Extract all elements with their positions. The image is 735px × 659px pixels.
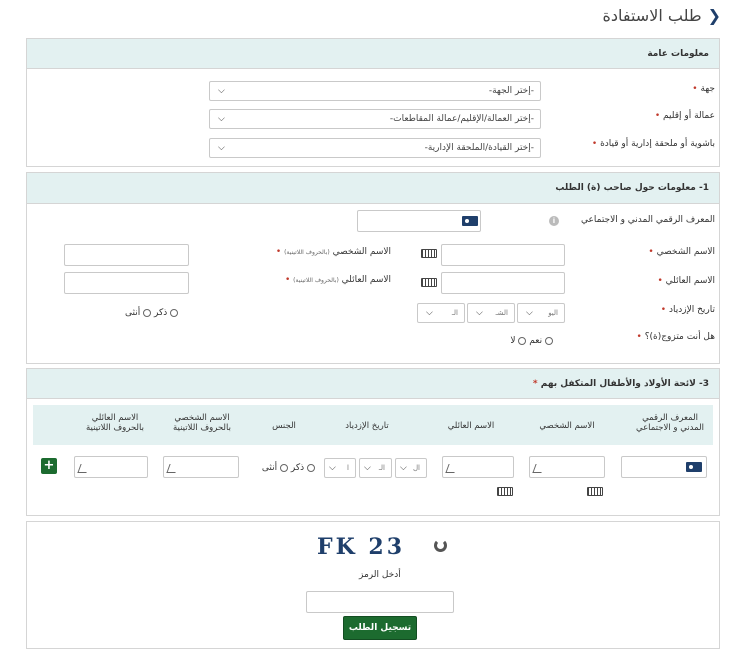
pashalik-label: باشوية أو ملحقة إدارية أو قيادة • [591, 139, 715, 149]
id-card-icon [462, 216, 478, 226]
first-name-latin-input[interactable] [64, 244, 189, 266]
child-last-latin-input[interactable] [74, 456, 148, 478]
chevron-down-icon: ⌵ [218, 114, 225, 124]
pashalik-select[interactable]: -إختر القيادة/الملحقة الإدارية- ⌵ [209, 138, 541, 158]
back-chevron-icon[interactable]: ❮ [708, 6, 721, 25]
keyboard-icon[interactable] [587, 487, 603, 496]
col-gender: الجنس [272, 421, 296, 431]
col-first: الاسم الشخصي [539, 421, 595, 431]
chevron-down-icon: ⌵ [364, 463, 371, 473]
married-yes-radio[interactable] [545, 336, 553, 345]
refresh-icon[interactable] [434, 539, 447, 552]
child-first-input[interactable] [529, 456, 605, 478]
id-card-icon [686, 462, 702, 472]
child-first-latin-input[interactable] [163, 456, 239, 478]
col-id: المعرف الرقمي المدني و الاجتماعي [636, 413, 704, 433]
last-name-latin-input[interactable] [64, 272, 189, 294]
captcha-input[interactable] [306, 591, 454, 613]
keyboard-icon[interactable] [421, 249, 437, 258]
col-birth: تاريخ الإزدياد [345, 421, 389, 431]
col-first-latin: الاسم الشخصي بالحروف اللاتينية [173, 413, 231, 433]
first-name-latin-label: الاسم الشخصي (بالحروف اللاتينية) • [275, 247, 391, 257]
keyboard-icon[interactable] [497, 487, 513, 496]
applicant-heading: 1- معلومات حول صاحب (ة) الطلب [27, 173, 719, 204]
child-gender-male-radio[interactable] [307, 463, 315, 472]
col-last-latin: الاسم العائلي بالحروف اللاتينية [86, 413, 144, 433]
prefecture-select[interactable]: -إختر العمالة/الإقليم/عمالة المقاطعات- ⌵ [209, 109, 541, 129]
child-birth-month-select[interactable]: الـ ⌵ [359, 458, 392, 478]
page-title: طلب الاستفادة [602, 6, 702, 25]
child-gender-radio-group: ذكر أنثى [262, 463, 315, 473]
col-last: الاسم العائلي [447, 421, 495, 431]
married-label: هل أنت متزوج(ة)؟ • [636, 332, 716, 342]
keyboard-icon[interactable] [421, 278, 437, 287]
general-info-heading: معلومات عامة [27, 39, 719, 69]
children-panel: 3- لائحة الأولاد والأطفال المتكفل بهم * … [26, 368, 720, 516]
chevron-down-icon: ⌵ [218, 143, 225, 153]
edit-icon [532, 464, 545, 473]
chevron-down-icon: ⌵ [329, 463, 336, 473]
chevron-down-icon: ⌵ [400, 463, 407, 473]
child-id-input[interactable] [621, 456, 707, 478]
info-icon[interactable]: i [549, 216, 559, 226]
page-title-bar: ❮ طلب الاستفادة [602, 6, 721, 25]
national-id-label: المعرف الرقمي المدني و الاجتماعي [581, 215, 715, 225]
child-gender-female-radio[interactable] [279, 463, 288, 472]
captcha-panel: 23 FK أدخل الرمز تسجيل الطلب [26, 521, 720, 649]
chevron-down-icon: ⌵ [426, 308, 433, 318]
child-birth-day-select[interactable]: ال ⌵ [395, 458, 427, 478]
captcha-label: أدخل الرمز [359, 570, 401, 580]
married-radio-group: نعم لا [510, 336, 553, 346]
general-info-panel: معلومات عامة جهة • -إختر الجهة- ⌵ عمالة أ… [26, 38, 720, 167]
edit-icon [445, 464, 458, 473]
first-name-label: الاسم الشخصي • [648, 247, 715, 257]
child-last-input[interactable] [442, 456, 514, 478]
submit-button[interactable]: تسجيل الطلب [343, 616, 417, 640]
region-select[interactable]: -إختر الجهة- ⌵ [209, 81, 541, 101]
gender-female-radio[interactable] [143, 308, 152, 317]
birth-month-select[interactable]: الشـ ⌵ [467, 303, 515, 323]
last-name-label: الاسم العائلي • [657, 276, 715, 286]
add-child-button[interactable]: + [41, 458, 57, 474]
region-label: جهة • [692, 84, 715, 94]
child-birth-year-select[interactable]: ا ⌵ [324, 458, 356, 478]
prefecture-label: عمالة أو إقليم • [654, 111, 715, 121]
edit-icon [166, 464, 179, 473]
national-id-input[interactable] [357, 210, 481, 232]
edit-icon [77, 464, 90, 473]
chevron-down-icon: ⌵ [218, 86, 225, 96]
first-name-input[interactable] [441, 244, 565, 266]
gender-radio-group: ذكر أنثى [125, 308, 179, 318]
last-name-latin-label: الاسم العائلي (بالحروف اللاتينية) • [284, 275, 391, 285]
last-name-input[interactable] [441, 272, 565, 294]
birth-year-select[interactable]: الـ ⌵ [417, 303, 465, 323]
gender-male-radio[interactable] [170, 308, 179, 317]
chevron-down-icon: ⌵ [526, 308, 533, 318]
birth-day-select[interactable]: اليو ⌵ [517, 303, 565, 323]
birth-date-label: تاريخ الإزدياد • [660, 305, 715, 315]
applicant-panel: 1- معلومات حول صاحب (ة) الطلب المعرف الر… [26, 172, 720, 364]
children-heading: 3- لائحة الأولاد والأطفال المتكفل بهم * [27, 369, 719, 399]
captcha-image: 23 FK [317, 534, 406, 560]
married-no-radio[interactable] [518, 336, 527, 345]
chevron-down-icon: ⌵ [476, 308, 483, 318]
